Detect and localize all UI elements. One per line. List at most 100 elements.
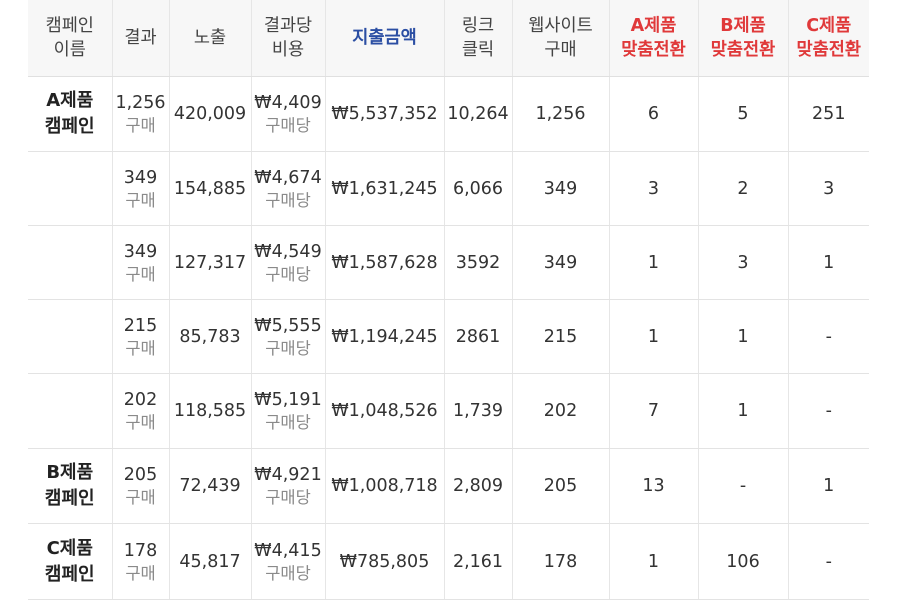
header-c-conversion: C제품 맞춤전환 (787, 0, 869, 77)
cost-per-result-cell: ₩4,549 구매당 (250, 225, 325, 300)
result-cell: 205 구매 (111, 448, 169, 524)
campaign-name-cell (28, 151, 112, 226)
result-unit: 구매 (125, 563, 156, 583)
cost-per-result-cell: ₩5,555 구매당 (250, 299, 325, 374)
result-value: 202 (123, 390, 158, 410)
header-impressions: 노출 (168, 0, 251, 77)
result-cell: 178 구매 (111, 523, 169, 600)
header-spend: 지출금액 (324, 0, 444, 77)
header-b-conversion: B제품 맞춤전환 (697, 0, 788, 77)
a-conversion-cell: 6 (608, 76, 698, 152)
cost-unit: 구매당 (265, 488, 311, 507)
campaign-performance-table: 캠페인 이름 결과 노출 결과당 비용 지출금액 링크 클릭 웹사이트 구매 A제품 맞춤… (28, 0, 869, 600)
cost-per-result-cell: ₩5,191 구매당 (250, 373, 325, 449)
result-cell: 1,256 구매 (111, 76, 169, 152)
result-unit: 구매 (125, 338, 156, 358)
cost-unit: 구매당 (265, 190, 311, 210)
a-conversion-cell: 1 (608, 299, 698, 374)
cost-per-result-cell: ₩4,921 구매당 (250, 448, 325, 524)
header-a-conversion: A제품 맞춤전환 (608, 0, 698, 77)
link-clicks-cell: 6,066 (443, 151, 512, 226)
header-link-clicks: 링크 클릭 (443, 0, 512, 77)
c-conversion-cell: 251 (787, 76, 869, 152)
impressions-cell: 72,439 (168, 448, 251, 524)
campaign-name-cell (28, 225, 112, 300)
table-row: 349 구매 154,885 ₩4,674 구매당 ₩1,631,245 6,066 349 3… (28, 151, 869, 226)
impressions-cell: 127,317 (168, 225, 251, 300)
table-row: B제품 캠페인 205 구매 72,439 ₩4,921 구매당 ₩1,008,718 2,80… (28, 448, 869, 524)
header-website-purchases: 웹사이트 구매 (511, 0, 609, 77)
cost-value: ₩4,409 (254, 93, 322, 113)
a-conversion-cell: 1 (608, 523, 698, 600)
cost-unit: 구매당 (265, 338, 311, 358)
campaign-table-container: 캠페인 이름 결과 노출 결과당 비용 지출금액 링크 클릭 웹사이트 구매 A제품 맞춤… (28, 0, 869, 600)
cost-unit: 구매당 (265, 264, 311, 284)
spend-cell: ₩1,631,245 (324, 151, 444, 226)
impressions-cell: 85,783 (168, 299, 251, 374)
a-conversion-cell: 13 (608, 448, 698, 524)
link-clicks-cell: 3592 (443, 225, 512, 300)
table-header-row: 캠페인 이름 결과 노출 결과당 비용 지출금액 링크 클릭 웹사이트 구매 A제품 맞춤… (28, 0, 869, 77)
a-conversion-cell: 1 (608, 225, 698, 300)
result-value: 349 (123, 167, 158, 188)
website-purchases-cell: 205 (511, 448, 609, 524)
table-row: C제품 캠페인 178 구매 45,817 ₩4,415 구매당 ₩785,805 2,161 1… (28, 523, 869, 600)
b-conversion-cell: 1 (697, 373, 788, 449)
campaign-name-cell (28, 299, 112, 374)
link-clicks-cell: 2,161 (443, 523, 512, 600)
result-unit: 구매 (125, 190, 156, 210)
table-row: 215 구매 85,783 ₩5,555 구매당 ₩1,194,245 2861 215 1 1- (28, 299, 869, 374)
cost-per-result-cell: ₩4,415 구매당 (250, 523, 325, 600)
result-unit: 구매 (125, 413, 156, 432)
c-conversion-cell: - (787, 523, 869, 600)
cost-value: ₩5,191 (254, 390, 322, 410)
c-conversion-cell: 1 (787, 225, 869, 300)
cost-value: ₩4,415 (254, 540, 322, 561)
impressions-cell: 118,585 (168, 373, 251, 449)
link-clicks-cell: 1,739 (443, 373, 512, 449)
a-conversion-cell: 7 (608, 373, 698, 449)
result-cell: 349 구매 (111, 151, 169, 226)
website-purchases-cell: 1,256 (511, 76, 609, 152)
spend-cell: ₩1,048,526 (324, 373, 444, 449)
result-value: 205 (123, 465, 158, 485)
b-conversion-cell: 5 (697, 76, 788, 152)
campaign-name-cell: C제품 캠페인 (28, 523, 112, 600)
header-result: 결과 (111, 0, 169, 77)
spend-cell: ₩5,537,352 (324, 76, 444, 152)
link-clicks-cell: 2861 (443, 299, 512, 374)
b-conversion-cell: 2 (697, 151, 788, 226)
result-value: 178 (123, 540, 158, 561)
header-cost-per-result: 결과당 비용 (250, 0, 325, 77)
website-purchases-cell: 202 (511, 373, 609, 449)
cost-value: ₩4,549 (254, 241, 322, 262)
result-value: 1,256 (115, 93, 166, 113)
table-row: 349 구매 127,317 ₩4,549 구매당 ₩1,587,628 3592 349 1 3… (28, 225, 869, 300)
website-purchases-cell: 215 (511, 299, 609, 374)
b-conversion-cell: - (697, 448, 788, 524)
campaign-name-cell (28, 373, 112, 449)
result-unit: 구매 (125, 116, 156, 135)
result-value: 215 (123, 315, 158, 336)
website-purchases-cell: 349 (511, 225, 609, 300)
spend-cell: ₩1,194,245 (324, 299, 444, 374)
campaign-name-cell: B제품 캠페인 (28, 448, 112, 524)
result-cell: 215 구매 (111, 299, 169, 374)
result-unit: 구매 (125, 488, 156, 507)
result-unit: 구매 (125, 264, 156, 284)
b-conversion-cell: 1 (697, 299, 788, 374)
result-value: 349 (123, 241, 158, 262)
spend-cell: ₩1,008,718 (324, 448, 444, 524)
impressions-cell: 154,885 (168, 151, 251, 226)
c-conversion-cell: - (787, 299, 869, 374)
result-cell: 349 구매 (111, 225, 169, 300)
cost-unit: 구매당 (265, 116, 311, 135)
cost-unit: 구매당 (265, 413, 311, 432)
cost-per-result-cell: ₩4,674 구매당 (250, 151, 325, 226)
spend-cell: ₩1,587,628 (324, 225, 444, 300)
website-purchases-cell: 349 (511, 151, 609, 226)
table-row: 202 구매 118,585 ₩5,191 구매당 ₩1,048,526 1,739 202 7… (28, 373, 869, 449)
cost-value: ₩5,555 (254, 315, 322, 336)
result-cell: 202 구매 (111, 373, 169, 449)
impressions-cell: 45,817 (168, 523, 251, 600)
